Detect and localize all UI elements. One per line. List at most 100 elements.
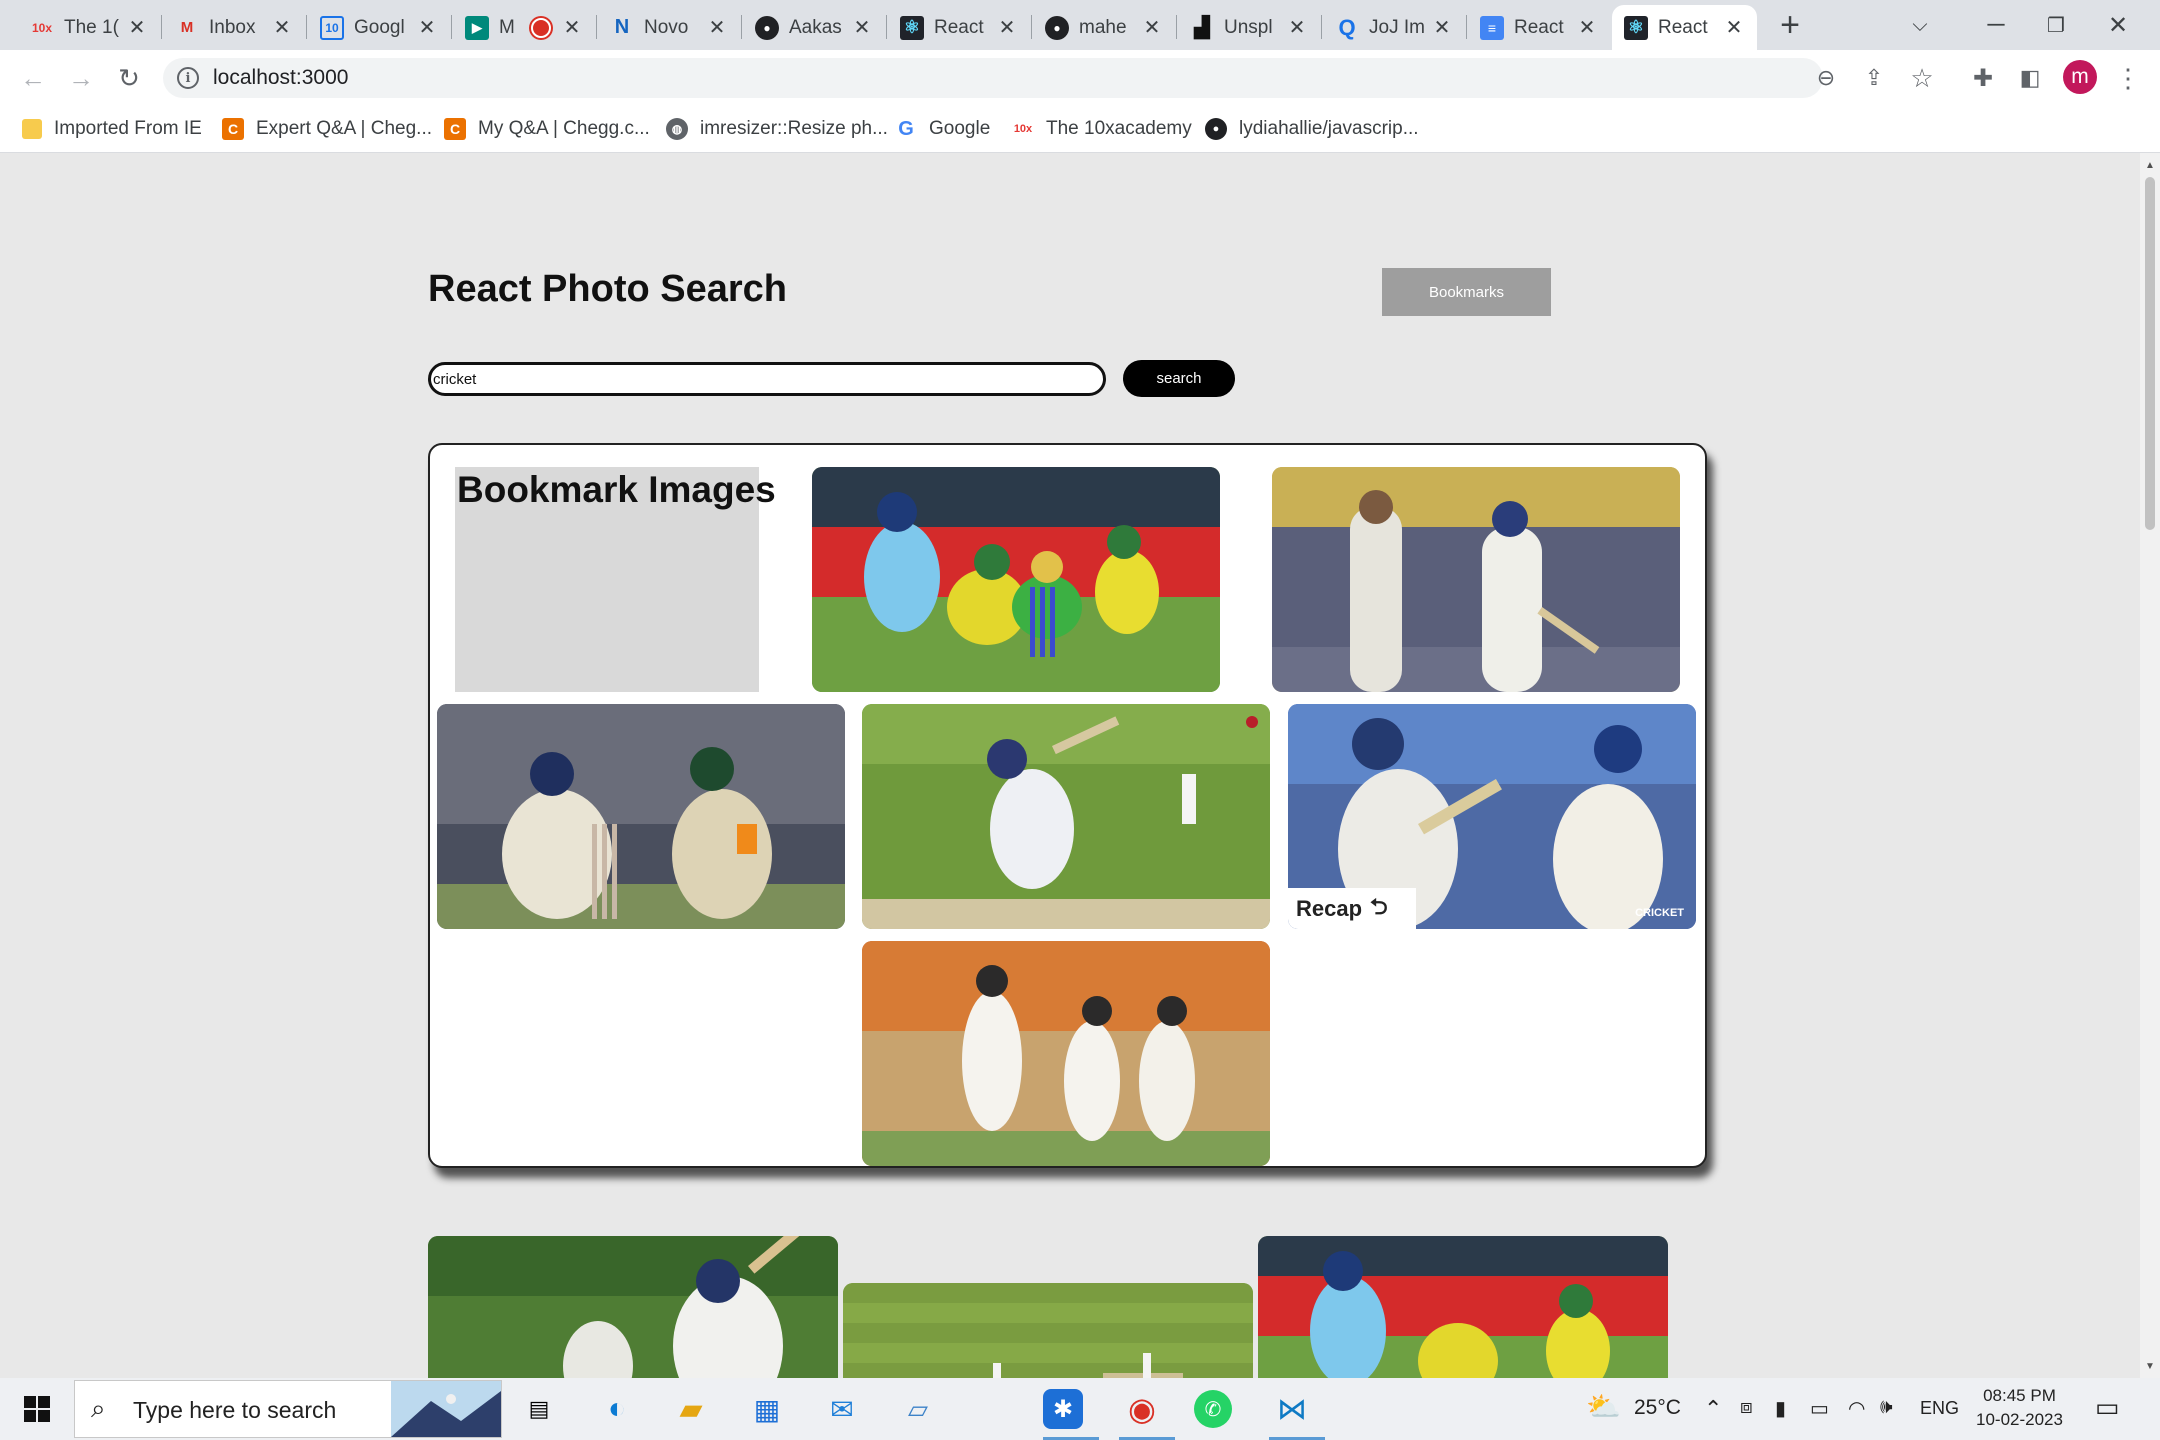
search-input[interactable]	[428, 362, 1106, 396]
chrome-icon[interactable]: ◉	[1119, 1386, 1165, 1432]
bookmarked-photo[interactable]	[437, 704, 845, 929]
browser-tab[interactable]: ● mahe ✕	[1033, 5, 1175, 50]
close-icon[interactable]: ✕	[416, 15, 438, 40]
10x-icon: 10x	[1013, 123, 1033, 135]
bookmark-item[interactable]: ◍ imresizer::Resize ph...	[666, 114, 888, 144]
wifi-icon[interactable]: ◠	[1848, 1396, 1865, 1421]
edge-icon[interactable]: ◐	[594, 1386, 640, 1432]
task-view-icon[interactable]: ▤	[516, 1386, 562, 1432]
taskbar-clock[interactable]: 08:45 PM 10-02-2023	[1976, 1384, 2063, 1432]
result-photo[interactable]	[843, 1283, 1253, 1378]
bookmark-item[interactable]: ● lydiahallie/javascrip...	[1205, 114, 1419, 144]
scrollbar-thumb[interactable]	[2145, 177, 2155, 530]
bookmark-item[interactable]: C Expert Q&A | Cheg...	[222, 114, 432, 144]
weather-icon[interactable]: ⛅	[1586, 1390, 1621, 1423]
extensions-icon[interactable]: ✚	[1963, 58, 2003, 98]
browser-tab[interactable]: 10x The 1( ✕	[18, 5, 160, 50]
menu-icon[interactable]: ⋮	[2108, 58, 2148, 98]
browser-tab[interactable]: Q JoJ Im ✕	[1323, 5, 1465, 50]
tab-search-button[interactable]: ⌵	[1900, 5, 1940, 45]
bookmark-label: lydiahallie/javascrip...	[1239, 118, 1419, 139]
language-indicator[interactable]: ENG	[1920, 1398, 1959, 1419]
bookmark-label: My Q&A | Chegg.c...	[478, 118, 650, 139]
close-window-button[interactable]: ✕	[2088, 5, 2148, 45]
forward-icon[interactable]: →	[61, 58, 101, 98]
bookmarks-button[interactable]: Bookmarks	[1382, 268, 1551, 316]
browser-tab[interactable]: N Novo ✕	[598, 5, 740, 50]
back-icon[interactable]: ←	[13, 58, 53, 98]
browser-toolbar: ← → ↻ i localhost:3000 ⊖ ⇪ ☆ ✚ ◧ ⋮	[0, 50, 2160, 106]
windows-start-icon[interactable]	[14, 1386, 60, 1432]
close-icon[interactable]: ✕	[1576, 15, 1598, 40]
computer-icon[interactable]: ▱	[895, 1386, 941, 1432]
close-icon[interactable]: ✕	[561, 15, 583, 40]
page-scrollbar[interactable]: ▲ ▼	[2140, 153, 2160, 1378]
browser-tab[interactable]: ≡ React ✕	[1468, 5, 1610, 50]
bookmark-item[interactable]: G Google	[895, 114, 990, 144]
vscode-icon[interactable]: ⋈	[1269, 1386, 1315, 1432]
bookmarked-photo[interactable]	[862, 941, 1270, 1166]
browser-tab-active[interactable]: ⚛ React ✕	[1612, 5, 1757, 50]
chevron-up-icon[interactable]: ⌃	[1704, 1396, 1722, 1422]
bookmark-item[interactable]: Imported From IE	[22, 114, 202, 144]
side-panel-icon[interactable]: ◧	[2010, 58, 2050, 98]
close-icon[interactable]: ✕	[126, 15, 148, 40]
browser-tab[interactable]: 10 Googl ✕	[308, 5, 450, 50]
close-icon[interactable]: ✕	[1723, 15, 1745, 40]
microphone-icon[interactable]: ▮	[1775, 1396, 1786, 1421]
store-icon[interactable]: ▦	[744, 1386, 790, 1432]
bookmarked-photo[interactable]	[812, 467, 1220, 692]
address-bar[interactable]: i localhost:3000	[163, 58, 1823, 98]
result-photo[interactable]	[428, 1236, 838, 1378]
recording-icon	[531, 17, 551, 38]
scroll-down-icon[interactable]: ▼	[2140, 1356, 2160, 1376]
browser-tab[interactable]: ⚛ React ✕	[888, 5, 1030, 50]
restore-button[interactable]: ❐	[2026, 5, 2086, 45]
bookmarked-photo[interactable]	[1272, 467, 1680, 692]
close-icon[interactable]: ✕	[1431, 15, 1453, 40]
info-icon[interactable]: i	[177, 67, 199, 89]
close-icon[interactable]: ✕	[851, 15, 873, 40]
reload-icon[interactable]: ↻	[109, 58, 149, 98]
browser-tab[interactable]: ▶ M ✕	[453, 5, 595, 50]
browser-tab[interactable]: ▟ Unspl ✕	[1178, 5, 1320, 50]
browser-tab[interactable]: M Inbox ✕	[163, 5, 305, 50]
10x-icon: 10x	[31, 20, 53, 35]
unsplash-icon: ▟	[1194, 17, 1210, 39]
camera-icon[interactable]: ⧈	[1740, 1396, 1753, 1419]
new-tab-button[interactable]: +	[1770, 5, 1810, 45]
minimize-button[interactable]: ─	[1966, 5, 2026, 45]
bookmark-item[interactable]: 10x The 10xacademy	[1012, 114, 1192, 144]
chegg-icon: C	[444, 118, 466, 140]
bookmarked-photo[interactable]	[862, 704, 1270, 929]
whatsapp-icon[interactable]: ✆	[1194, 1390, 1232, 1428]
search-button[interactable]: search	[1123, 360, 1235, 397]
profile-avatar[interactable]: m	[2063, 60, 2097, 94]
bookmarked-photo[interactable]: Recap ⮌ CRICKET	[1288, 704, 1696, 929]
result-photo[interactable]	[1258, 1236, 1668, 1378]
close-icon[interactable]: ✕	[706, 15, 728, 40]
google-calendar-icon: 10	[320, 15, 344, 40]
bookmark-item[interactable]: C My Q&A | Chegg.c...	[444, 114, 650, 144]
close-icon[interactable]: ✕	[1286, 15, 1308, 40]
bookmark-heading: Bookmark Images	[457, 469, 776, 510]
close-icon[interactable]: ✕	[271, 15, 293, 40]
scroll-up-icon[interactable]: ▲	[2140, 155, 2160, 175]
volume-icon[interactable]: 🕪	[1880, 1396, 1893, 1419]
url-text: localhost:3000	[213, 66, 349, 89]
close-icon[interactable]: ✕	[1141, 15, 1163, 40]
share-icon[interactable]: ⇪	[1854, 58, 1894, 98]
mail-icon[interactable]: ✉	[819, 1386, 865, 1432]
app-icon[interactable]: ✱	[1043, 1389, 1083, 1429]
github-icon: ●	[1045, 15, 1069, 40]
close-icon[interactable]: ✕	[996, 15, 1018, 40]
browser-tab[interactable]: ● Aakas ✕	[743, 5, 885, 50]
temperature[interactable]: 25°C	[1634, 1396, 1681, 1420]
taskbar-search[interactable]: ⌕ Type here to search	[74, 1380, 502, 1438]
page-title: React Photo Search	[428, 268, 787, 310]
star-icon[interactable]: ☆	[1902, 58, 1942, 98]
notification-icon[interactable]: ▭	[2095, 1392, 2120, 1423]
zoom-icon[interactable]: ⊖	[1806, 58, 1846, 98]
battery-icon[interactable]: ▭	[1810, 1396, 1829, 1421]
file-explorer-icon[interactable]: ▰	[668, 1386, 714, 1432]
